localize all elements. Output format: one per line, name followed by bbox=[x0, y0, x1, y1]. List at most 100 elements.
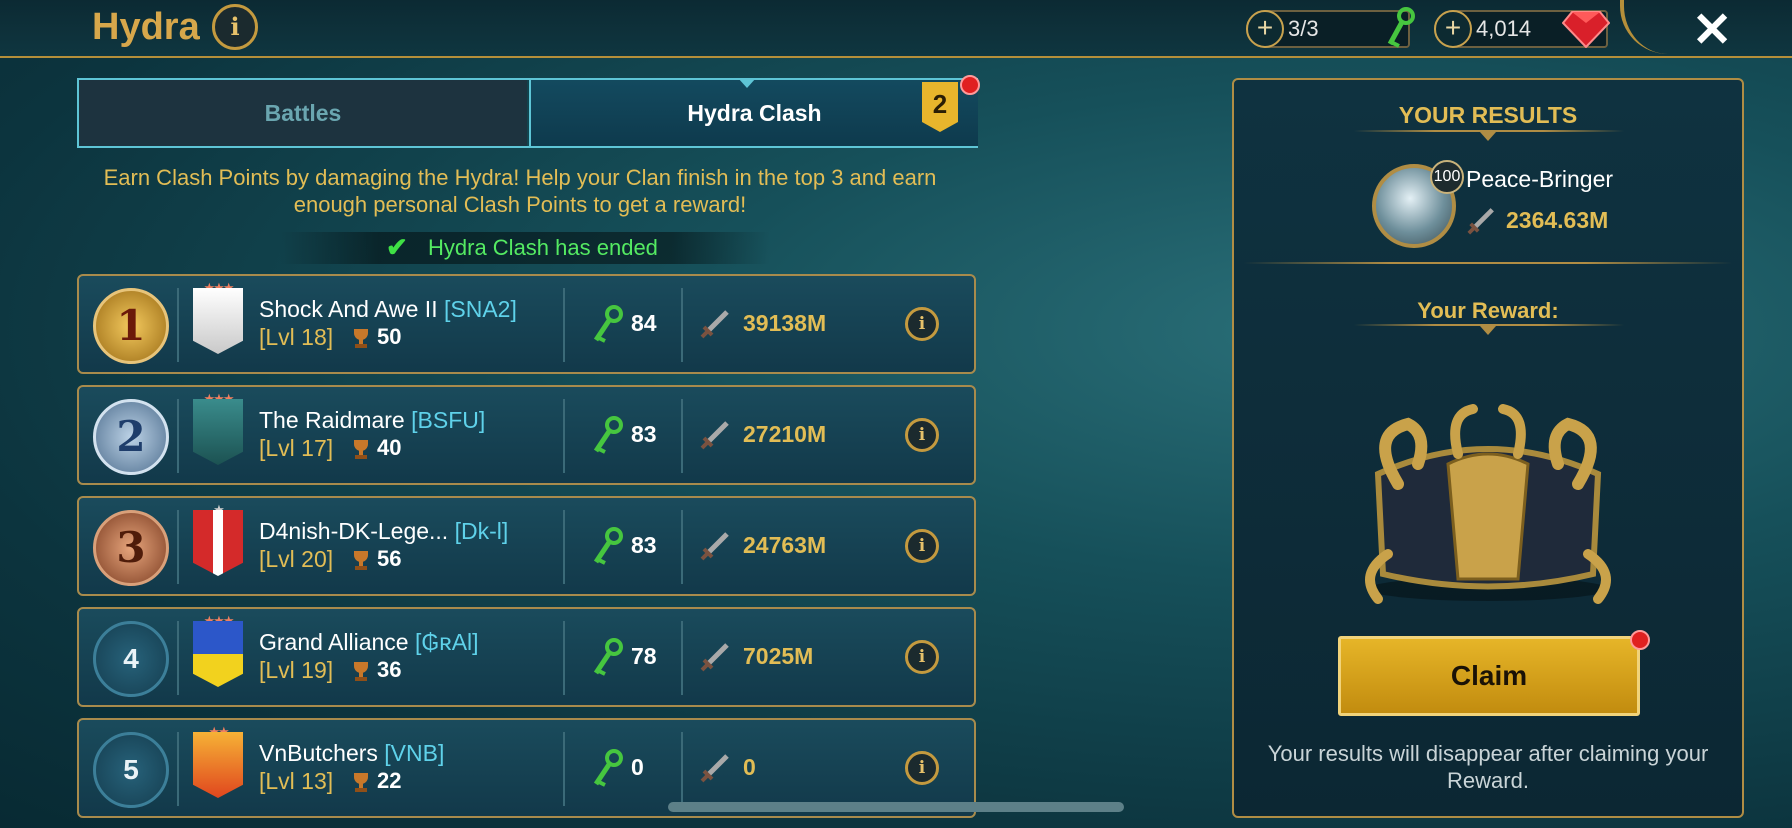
clan-emblem-icon bbox=[193, 288, 243, 354]
rank-number: 1 bbox=[93, 288, 169, 364]
hydra-key-icon bbox=[593, 638, 623, 676]
divider bbox=[563, 621, 565, 695]
champion-damage: 2364.63M bbox=[1506, 207, 1609, 233]
trophy-count: 56 bbox=[377, 546, 402, 571]
hydra-key-icon bbox=[1387, 7, 1415, 48]
rank-number: 3 bbox=[93, 510, 169, 586]
trophy-count: 50 bbox=[377, 324, 402, 349]
heading-chevron bbox=[1480, 132, 1496, 141]
tab-battles[interactable]: Battles bbox=[79, 80, 527, 146]
clan-tag: [₲ʀAl] bbox=[414, 629, 479, 655]
clan-row[interactable]: 3 ★ D4nish-DK-Lege... [Dk-l] [Lvl 20] 56… bbox=[77, 496, 976, 596]
claim-button[interactable]: Claim bbox=[1338, 636, 1640, 716]
results-heading: YOUR RESULTS bbox=[1398, 102, 1578, 128]
check-icon: ✔ bbox=[386, 232, 408, 262]
notification-dot bbox=[1630, 630, 1650, 650]
reward-chevron bbox=[1480, 326, 1496, 335]
rank-medal: 1 bbox=[83, 284, 173, 364]
divider bbox=[177, 732, 179, 806]
clan-name: VnButchers [VNB] bbox=[259, 740, 445, 766]
sword-icon bbox=[700, 310, 729, 339]
champion-level: 100 bbox=[1430, 160, 1464, 194]
divider bbox=[563, 399, 565, 473]
trophy-icon bbox=[354, 329, 368, 348]
info-icon[interactable]: i bbox=[905, 307, 939, 341]
divider bbox=[177, 510, 179, 584]
divider bbox=[563, 732, 565, 806]
info-icon[interactable]: i bbox=[212, 4, 258, 50]
keys-used: 0 bbox=[631, 754, 644, 780]
damage-value: 27210M bbox=[743, 421, 827, 447]
top-bar: Hydra i + 3/3 + 4,014 ✕ bbox=[0, 0, 1792, 58]
damage-value: 0 bbox=[743, 754, 756, 780]
clan-name: Shock And Awe II [SNA2] bbox=[259, 296, 517, 322]
active-tab-indicator bbox=[738, 78, 756, 88]
clan-row[interactable]: 2 ★★★ The Raidmare [BSFU] [Lvl 17] 40 83… bbox=[77, 385, 976, 485]
damage-value: 24763M bbox=[743, 532, 827, 558]
hydra-key-icon bbox=[593, 305, 623, 343]
clan-tag: [SNA2] bbox=[443, 296, 517, 322]
add-gems-button[interactable]: + bbox=[1434, 10, 1472, 48]
section-divider bbox=[1244, 262, 1732, 264]
rank-number: 2 bbox=[93, 399, 169, 475]
clan-level: [Lvl 19] bbox=[259, 657, 334, 683]
scrollbar[interactable] bbox=[668, 802, 1124, 812]
info-icon[interactable]: i bbox=[905, 640, 939, 674]
info-icon[interactable]: i bbox=[905, 418, 939, 452]
divider bbox=[177, 399, 179, 473]
damage-value: 39138M bbox=[743, 310, 827, 336]
status-text: Hydra Clash has ended bbox=[428, 235, 658, 260]
clan-level: [Lvl 20] bbox=[259, 546, 334, 572]
rank-medal: 3 bbox=[83, 506, 173, 586]
damage-value: 7025M bbox=[743, 643, 814, 669]
close-icon[interactable]: ✕ bbox=[1692, 2, 1732, 58]
divider bbox=[563, 510, 565, 584]
clan-name: The Raidmare [BSFU] bbox=[259, 407, 486, 433]
results-note: Your results will disappear after claimi… bbox=[1267, 741, 1709, 793]
clan-tag: [VNB] bbox=[384, 740, 445, 766]
clan-emblem-icon bbox=[193, 510, 243, 576]
divider bbox=[681, 288, 683, 362]
hydra-key-icon bbox=[593, 527, 623, 565]
info-icon[interactable]: i bbox=[905, 529, 939, 563]
sword-icon bbox=[700, 421, 729, 450]
reward-heading: Your Reward: bbox=[1417, 298, 1559, 323]
trophy-icon bbox=[354, 773, 368, 792]
rank-medal: 4 bbox=[83, 617, 173, 697]
info-icon[interactable]: i bbox=[905, 751, 939, 785]
trophy-icon bbox=[354, 440, 368, 459]
keys-used: 84 bbox=[631, 310, 657, 336]
champion-name: Peace-Bringer bbox=[1466, 166, 1614, 192]
status-banner: ✔ Hydra Clash has ended bbox=[280, 232, 770, 264]
clan-emblem-icon bbox=[193, 621, 243, 687]
divider bbox=[177, 288, 179, 362]
trophy-count: 22 bbox=[377, 768, 402, 793]
divider bbox=[681, 399, 683, 473]
clan-level: [Lvl 17] bbox=[259, 435, 334, 461]
divider bbox=[177, 621, 179, 695]
hydra-key-icon bbox=[593, 416, 623, 454]
clan-level: [Lvl 18] bbox=[259, 324, 334, 350]
description-text: Earn Clash Points by damaging the Hydra!… bbox=[103, 165, 937, 217]
clan-row[interactable]: 1 ★★★ Shock And Awe II [SNA2] [Lvl 18] 5… bbox=[77, 274, 976, 374]
tab-badge: 2 bbox=[922, 82, 958, 132]
sword-icon bbox=[1467, 208, 1494, 235]
corner-ornament bbox=[1620, 0, 1672, 54]
clan-emblem-icon bbox=[193, 399, 243, 465]
clan-tag: [BSFU] bbox=[411, 407, 486, 433]
sword-icon bbox=[700, 532, 729, 561]
clan-name: D4nish-DK-Lege... [Dk-l] bbox=[259, 518, 509, 544]
clan-level: [Lvl 13] bbox=[259, 768, 334, 794]
divider bbox=[681, 732, 683, 806]
gems-count: 4,014 bbox=[1476, 16, 1532, 41]
clan-name: Grand Alliance [₲ʀAl] bbox=[259, 629, 479, 655]
add-keys-button[interactable]: + bbox=[1246, 10, 1284, 48]
clan-tag: [Dk-l] bbox=[454, 518, 509, 544]
trophy-icon bbox=[354, 551, 368, 570]
hydra-chest-icon bbox=[1365, 404, 1611, 604]
keys-count: 3/3 bbox=[1288, 16, 1319, 41]
tab-hydra-clash[interactable]: Hydra Clash bbox=[529, 80, 978, 146]
clan-row[interactable]: 4 ★★★ Grand Alliance [₲ʀAl] [Lvl 19] 36 … bbox=[77, 607, 976, 707]
notification-dot bbox=[960, 75, 980, 95]
rank-medal: 2 bbox=[83, 395, 173, 475]
